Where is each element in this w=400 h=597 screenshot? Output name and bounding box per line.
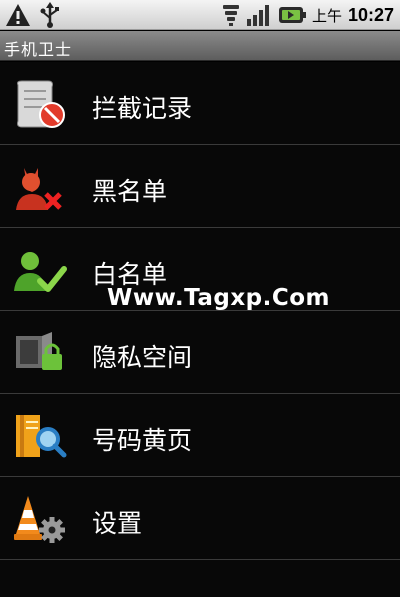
status-bar: 上午 10:27 [0, 0, 400, 30]
menu-item-label: 黑名单 [92, 177, 168, 206]
watermark-text: Www.Tagxp.Com [107, 285, 331, 311]
clock: 10:27 [347, 4, 394, 25]
signal-icon [246, 5, 269, 26]
blocked-log-icon [17, 80, 65, 128]
settings-icon [14, 496, 65, 543]
yellow-pages-icon [16, 415, 67, 458]
ampm-label: 上午 [311, 6, 342, 25]
private-space-icon [16, 332, 62, 370]
menu-item-yellow-pages[interactable]: 号码黄页 [0, 394, 400, 477]
wifi-icon [222, 5, 239, 26]
system-tray: 上午 10:27 [222, 0, 394, 30]
menu-item-label: 设置 [92, 509, 143, 538]
blacklist-icon [16, 168, 62, 210]
menu-item-private-space[interactable]: 隐私空间 [0, 311, 400, 394]
battery-icon [278, 7, 306, 23]
notification-icons [5, 2, 61, 28]
page-title: 手机卫士 [4, 40, 73, 59]
usb-icon [40, 2, 59, 28]
warning-icon [6, 4, 30, 26]
menu-item-label: 拦截记录 [92, 94, 193, 123]
menu-item-blocked-log[interactable]: 拦截记录 [0, 62, 400, 145]
whitelist-icon [14, 252, 67, 292]
menu-item-label: 号码黄页 [92, 426, 193, 455]
menu-item-label: 隐私空间 [92, 343, 193, 372]
menu-item-blacklist[interactable]: 黑名单 [0, 145, 400, 228]
app-title-bar: 手机卫士 [0, 31, 400, 61]
menu-item-settings[interactable]: 设置 [0, 477, 400, 560]
menu-list: 拦截记录 黑名单 白名单 隐私空间 号码黄页 设置 [0, 62, 400, 597]
